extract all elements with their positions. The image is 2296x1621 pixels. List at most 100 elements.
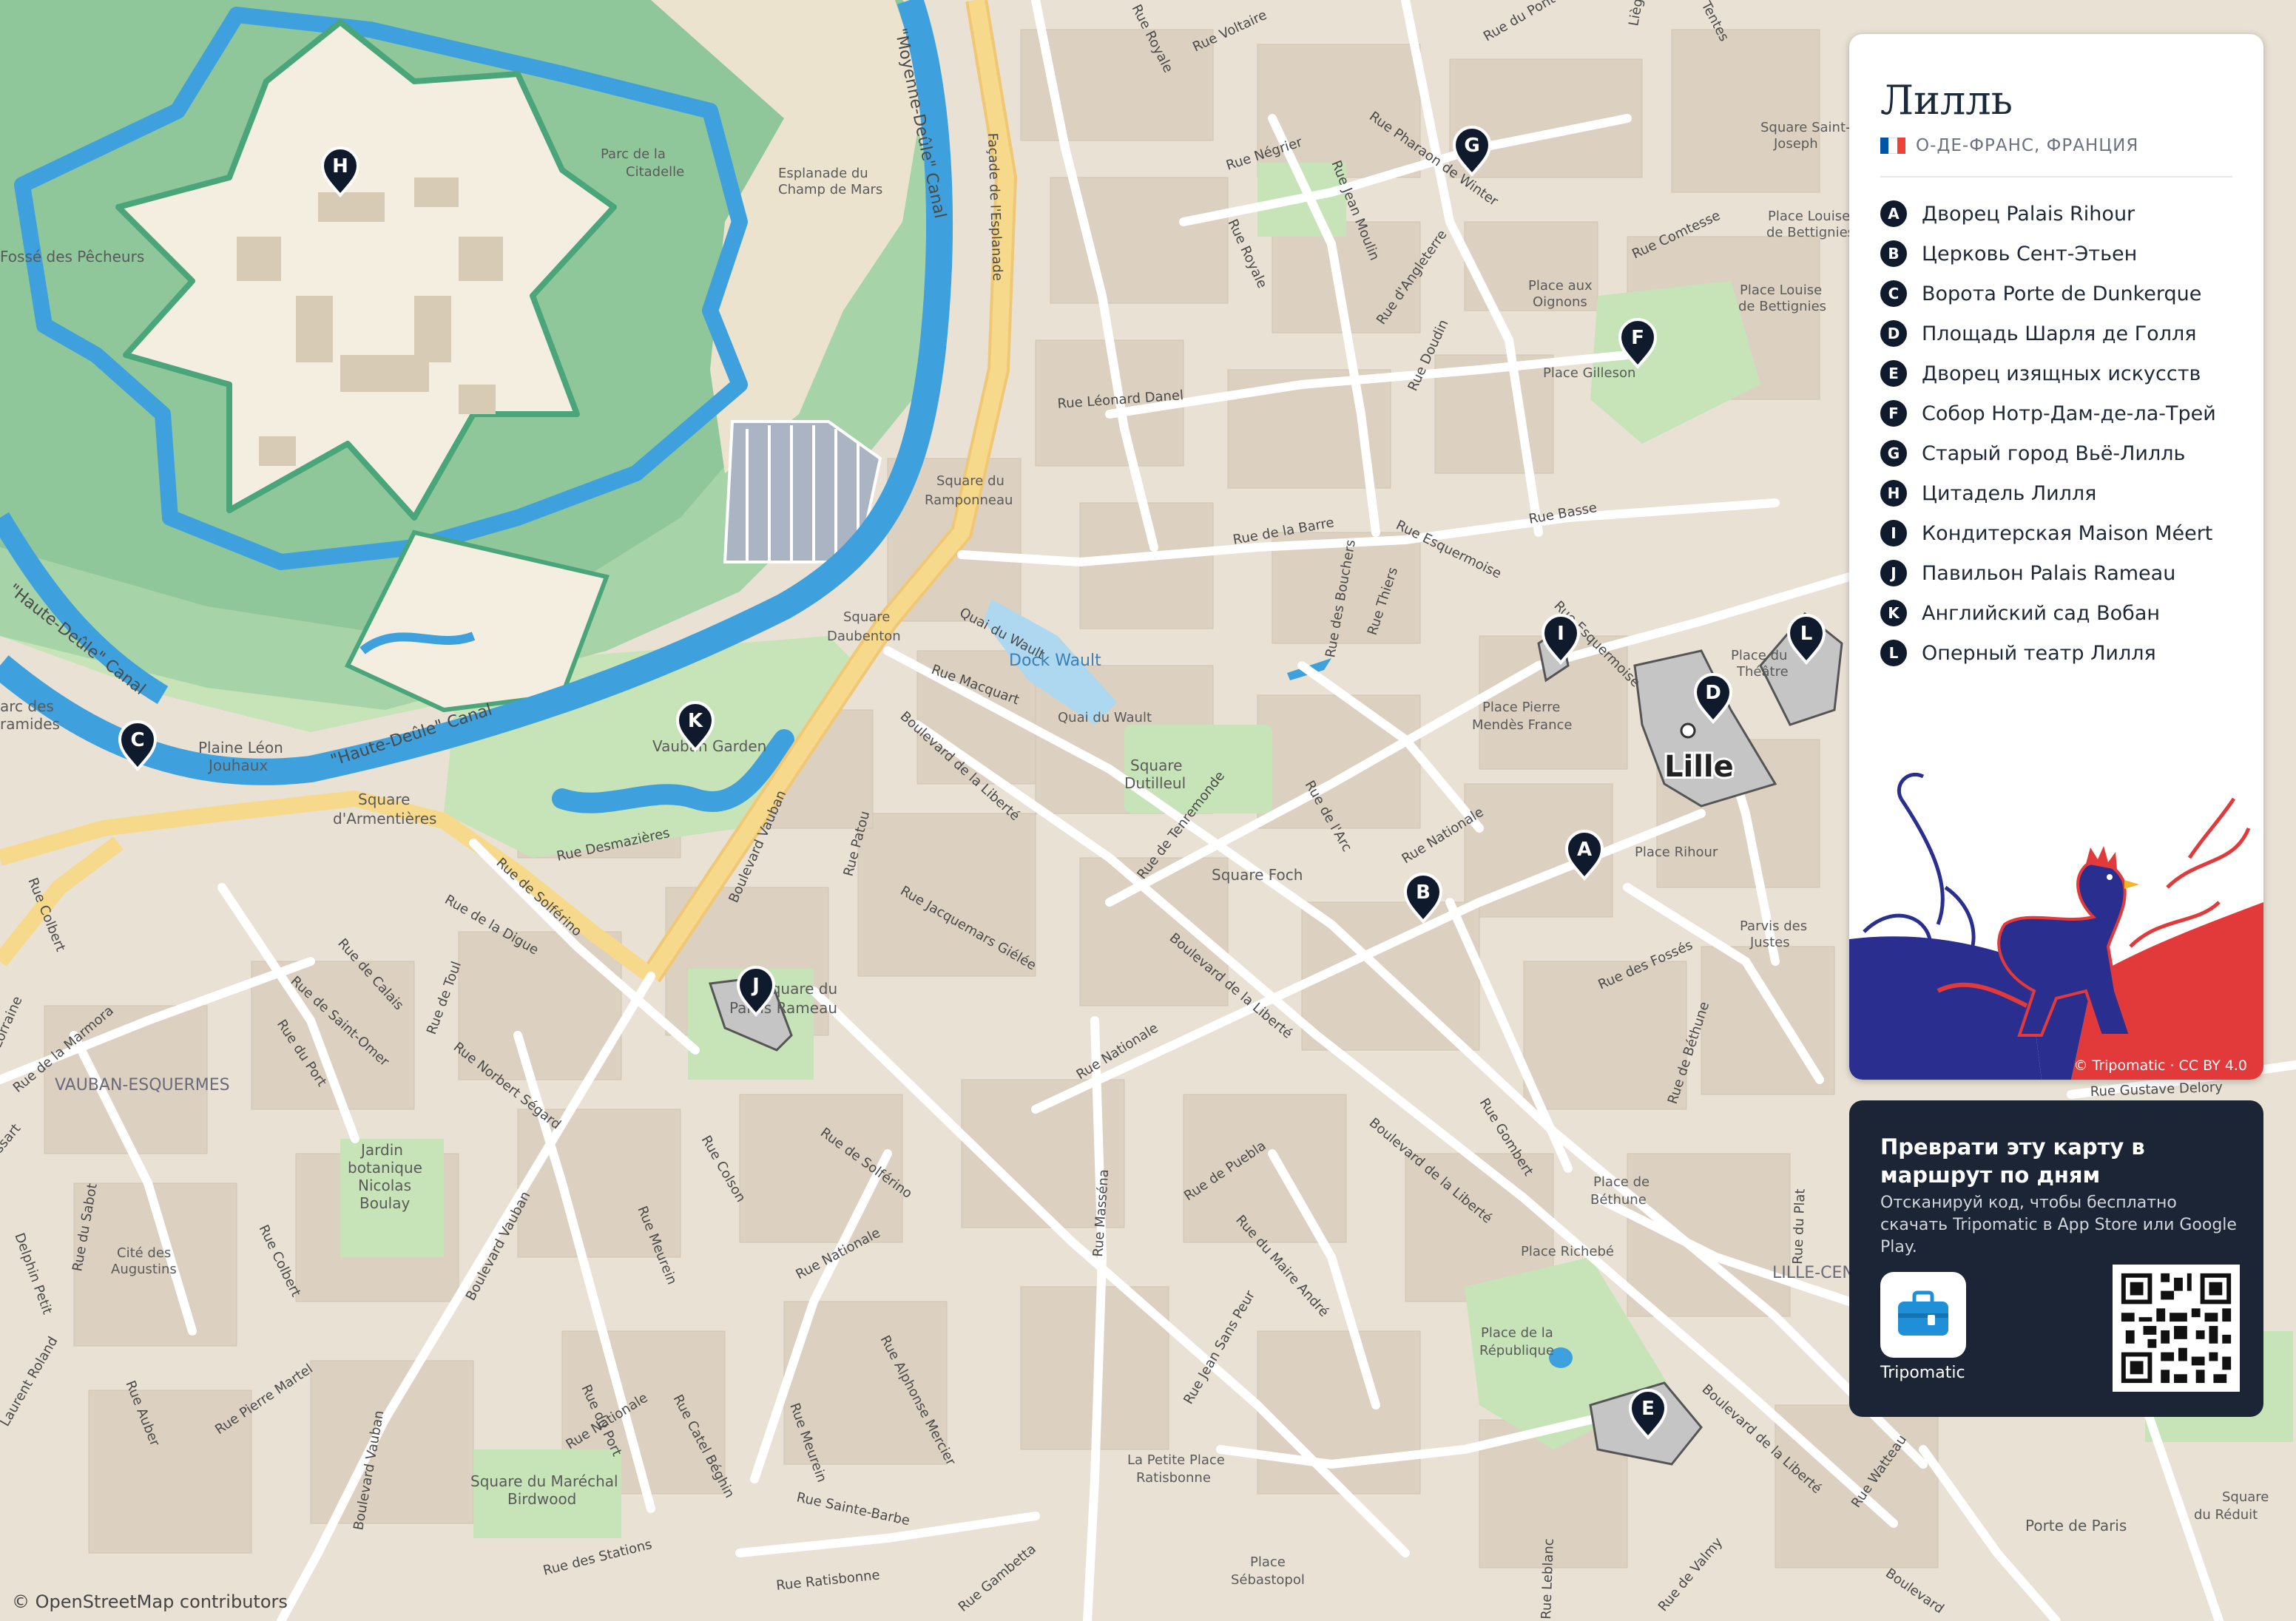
poi-badge: E [1880,360,1907,387]
tripomatic-credit: © Tripomatic · CC BY 4.0 [2073,1057,2247,1074]
label-pl-sebastopol-2: Sébastopol [1231,1572,1305,1588]
poi-badge: I [1880,520,1907,546]
marker-letter: C [130,729,144,751]
label-quai-wault-2: Quai du Wault [1058,710,1152,725]
label-rue-plat: Rue du Plat [1790,1188,1809,1265]
label-parc-citadelle-2: Citadelle [626,164,684,180]
label-sq-reduit-2: du Réduit [2194,1507,2258,1523]
label-sq-foch: Square Foch [1212,866,1303,884]
label-pl-oignons-2: Oignons [1533,294,1587,310]
qr-code[interactable] [2113,1265,2240,1392]
label-pl-theatre-2: Théâtre [1736,664,1789,680]
label-pl-theatre: Place du [1731,648,1787,663]
label-pl-richebe: Place Richebé [1521,1244,1614,1259]
label-sq-arm-2: d'Armentières [333,810,436,828]
label-pl-sebastopol: Place [1250,1554,1286,1570]
poi-item[interactable]: F Собор Нотр-Дам-де-ла-Трей [1880,393,2216,433]
label-vauban-esquermes: VAUBAN-ESQUERMES [55,1076,230,1094]
poi-badge: J [1880,560,1907,586]
marker-letter: E [1641,1398,1655,1420]
marker-letter: J [751,975,760,997]
label-rue-leblanc: Rue Leblanc [1539,1538,1557,1620]
marker-letter: A [1577,839,1592,861]
app-name: Tripomatic [1880,1364,1965,1382]
poi-badge: C [1880,280,1907,307]
poi-name: Собор Нотр-Дам-де-ла-Трей [1922,402,2216,425]
label-jardin-4: Boulay [359,1194,410,1212]
marker-letter: K [688,710,703,732]
label-dock-wault: Dock Wault [1009,652,1101,670]
poi-item[interactable]: D Площадь Шарля де Голля [1880,314,2216,353]
label-parc-citadelle: Parc de la [601,146,666,162]
poi-name: Дворец изящных искусств [1922,362,2201,385]
tripomatic-app-icon[interactable] [1880,1272,1966,1358]
label-pl-republique: Place de la [1481,1325,1553,1341]
label-sq-dutilleul: Square [1130,757,1182,774]
region-text: О-ДЕ-ФРАНС, ФРАНЦИЯ [1916,136,2139,155]
poi-list: A Дворец Palais Rihour B Церковь Сент-Этье… [1880,194,2216,673]
label-cite: Cité des [117,1245,171,1261]
marker-letter: G [1464,135,1479,157]
label-vauban-garden: Vauban Garden [652,737,766,755]
poi-badge: B [1880,240,1907,267]
divider [1880,176,2232,177]
label-sq-daubenton: Square [843,609,890,625]
poi-badge: F [1880,400,1907,427]
poi-name: Церковь Сент-Этьен [1922,242,2138,265]
cta-heading: Преврати эту карту в маршрут по дням [1880,1134,2145,1188]
poi-item[interactable]: G Старый город Вьё-Лилль [1880,433,2216,473]
label-esplanade: Esplanade du [778,166,868,181]
poi-item[interactable]: E Дворец изящных искусств [1880,353,2216,393]
label-sq-daubenton-2: Daubenton [827,629,901,644]
france-flag-icon [1880,138,1905,154]
poi-badge: G [1880,440,1907,467]
label-jardin-3: Nicolas [358,1177,411,1194]
label-petite-place-2: Ratisbonne [1136,1470,1211,1486]
marker-letter: D [1705,682,1721,704]
marker-letter: H [332,155,348,177]
label-plaine-2: Jouhaux [207,757,268,774]
marker-letter: B [1416,881,1431,904]
poi-badge: H [1880,480,1907,507]
poi-badge: D [1880,320,1907,347]
poi-item[interactable]: A Дворец Palais Rihour [1880,194,2216,234]
label-parvis-2: Justes [1749,935,1790,950]
marker-letter: I [1557,623,1564,645]
poi-name: Павильон Palais Rameau [1922,561,2176,585]
label-cite-2: Augustins [111,1262,177,1277]
qr-code-icon [2113,1265,2240,1392]
cta-text: Отсканируй код, чтобы бесплатно скачать … [1880,1194,2237,1256]
poi-name: Площадь Шарля де Голля [1922,322,2197,345]
poi-item[interactable]: L Оперный театр Лилля [1880,633,2216,673]
label-porte-paris: Porte de Paris [2025,1517,2127,1534]
city-label: Lille [1664,750,1734,784]
poi-item[interactable]: B Церковь Сент-Этьен [1880,234,2216,274]
poi-item[interactable]: C Ворота Porte de Dunkerque [1880,274,2216,314]
label-esplanade-2: Champ de Mars [778,182,882,197]
label-pl-bettignies-4: de Bettignies [1738,299,1826,314]
poi-item[interactable]: K Английский сад Вобан [1880,593,2216,633]
label-jardin-2: botanique [348,1159,422,1177]
label-pl-mendes: Place Pierre [1482,700,1560,715]
label-petite-place: La Petite Place [1127,1452,1225,1468]
region-subtitle: О-ДЕ-ФРАНС, ФРАНЦИЯ [1880,136,2138,155]
label-pl-gilleson: Place Gilleson [1543,365,1635,381]
label-parvis: Parvis des [1740,918,1807,934]
poi-item[interactable]: H Цитадель Лилля [1880,473,2216,513]
poi-name: Цитадель Лилля [1922,481,2097,505]
poi-name: Английский сад Вобан [1922,601,2161,625]
poi-name: Ворота Porte de Dunkerque [1922,282,2202,305]
poi-item[interactable]: I Кондитерская Maison Méert [1880,513,2216,553]
poi-badge: L [1880,640,1907,666]
poi-name: Оперный театр Лилля [1922,641,2156,665]
poi-item[interactable]: J Павильон Palais Rameau [1880,553,2216,593]
label-sq-arm: Square [358,791,410,808]
osm-attribution[interactable]: © OpenStreetMap contributors [12,1591,288,1612]
cta-panel: Преврати эту карту в маршрут по дням Отс… [1849,1100,2263,1417]
label-sq-ramponneau-2: Ramponneau [925,493,1013,508]
briefcase-icon [1898,1290,1948,1336]
rooster-illustration [1849,772,2263,1080]
poi-name: Дворец Palais Rihour [1922,202,2135,226]
label-pl-rihour: Place Rihour [1635,845,1718,860]
label-sq-ramponneau: Square du [936,473,1004,489]
